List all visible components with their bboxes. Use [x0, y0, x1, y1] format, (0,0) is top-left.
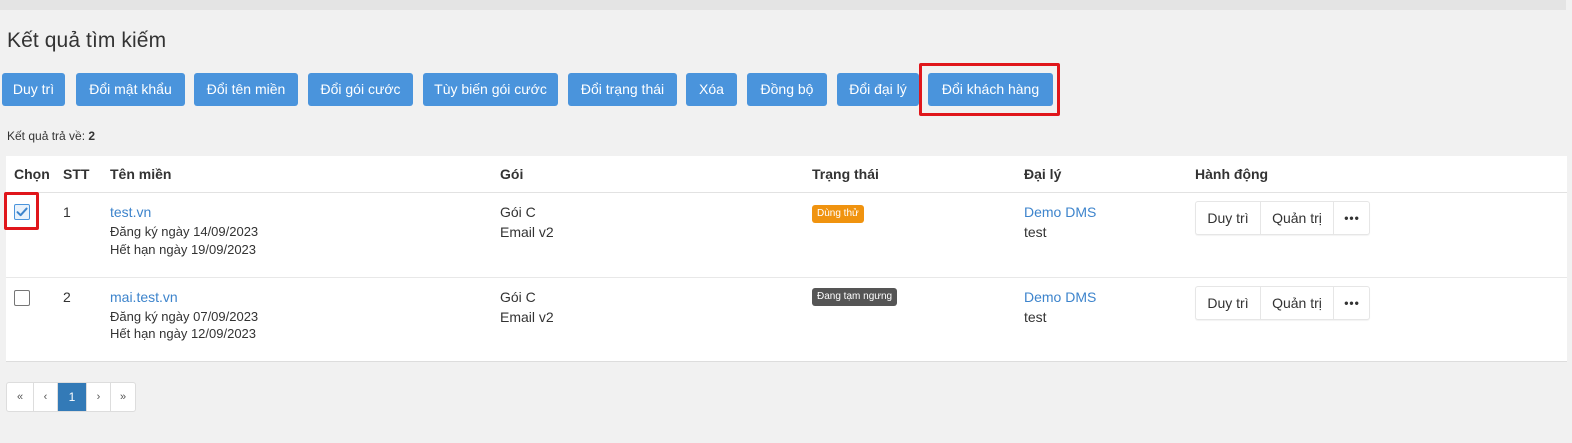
next-page-button[interactable]: › [87, 383, 110, 411]
expiry-date: Hết hạn ngày 19/09/2023 [110, 242, 257, 257]
header-stt: STT [63, 166, 90, 182]
package-name: Gói C [500, 289, 536, 305]
row-divider [6, 277, 1567, 278]
result-count-value: 2 [88, 129, 96, 143]
change-status-button[interactable]: Đổi trạng thái [568, 73, 677, 106]
header-actions: Hành động [1195, 166, 1269, 182]
registered-date: Đăng ký ngày 07/09/2023 [110, 309, 259, 324]
change-package-button[interactable]: Đổi gói cước [308, 73, 413, 106]
customize-package-button[interactable]: Tùy biến gói cước [423, 73, 558, 106]
page-1-button[interactable]: 1 [58, 383, 86, 411]
agent-link[interactable]: Demo DMS [1024, 204, 1096, 220]
results-table: Chọn STT Tên miền Gói Trạng thái Đại lý … [4, 156, 1567, 362]
status-badge: Đang tạm ngưng [812, 288, 898, 306]
top-strip [0, 0, 1566, 10]
last-page-button[interactable]: » [111, 383, 135, 411]
sync-button[interactable]: Đồng bộ [747, 73, 827, 106]
row-maintain-button[interactable]: Duy trì [1196, 202, 1260, 234]
row-manage-button[interactable]: Quản trị [1261, 287, 1333, 319]
maintain-button[interactable]: Duy trì [2, 73, 65, 106]
change-agent-button[interactable]: Đổi đại lý [837, 73, 919, 106]
package-type: Email v2 [500, 224, 554, 240]
result-count: Kết quả trả về: 2 [7, 129, 95, 143]
checkbox-highlight [4, 192, 39, 230]
more-options-icon[interactable]: ••• [1334, 287, 1370, 319]
package-type: Email v2 [500, 309, 554, 325]
header-status: Trạng thái [812, 166, 879, 182]
pagination: « ‹ 1 › » [6, 382, 136, 412]
status-badge: Dùng thử [812, 205, 864, 223]
registered-date: Đăng ký ngày 14/09/2023 [110, 224, 259, 239]
row-maintain-button[interactable]: Duy trì [1196, 287, 1260, 319]
header-package: Gói [500, 166, 524, 182]
page-title: Kết quả tìm kiếm [7, 29, 167, 52]
prev-page-button[interactable]: ‹ [34, 383, 57, 411]
domain-link[interactable]: test.vn [110, 204, 151, 220]
header-select: Chọn [14, 166, 50, 182]
domain-link[interactable]: mai.test.vn [110, 289, 178, 305]
agent-user: test [1024, 224, 1047, 240]
row-action-group: Duy trì Quản trị ••• [1195, 201, 1370, 235]
agent-link[interactable]: Demo DMS [1024, 289, 1096, 305]
row-action-group: Duy trì Quản trị ••• [1195, 286, 1370, 320]
row-stt: 2 [63, 289, 71, 305]
more-options-icon[interactable]: ••• [1334, 202, 1370, 234]
expiry-date: Hết hạn ngày 12/09/2023 [110, 326, 257, 341]
header-domain: Tên miền [110, 166, 172, 182]
first-page-button[interactable]: « [7, 383, 33, 411]
row-checkbox[interactable] [14, 290, 30, 306]
change-customer-highlight [919, 63, 1060, 116]
header-divider [6, 192, 1567, 193]
change-password-button[interactable]: Đổi mật khẩu [76, 73, 185, 106]
row-manage-button[interactable]: Quản trị [1261, 202, 1333, 234]
package-name: Gói C [500, 204, 536, 220]
header-agent: Đại lý [1024, 166, 1062, 182]
agent-user: test [1024, 309, 1047, 325]
change-domain-button[interactable]: Đổi tên miền [194, 73, 298, 106]
row-stt: 1 [63, 204, 71, 220]
delete-button[interactable]: Xóa [686, 73, 737, 106]
result-count-label: Kết quả trả về: [7, 129, 86, 143]
